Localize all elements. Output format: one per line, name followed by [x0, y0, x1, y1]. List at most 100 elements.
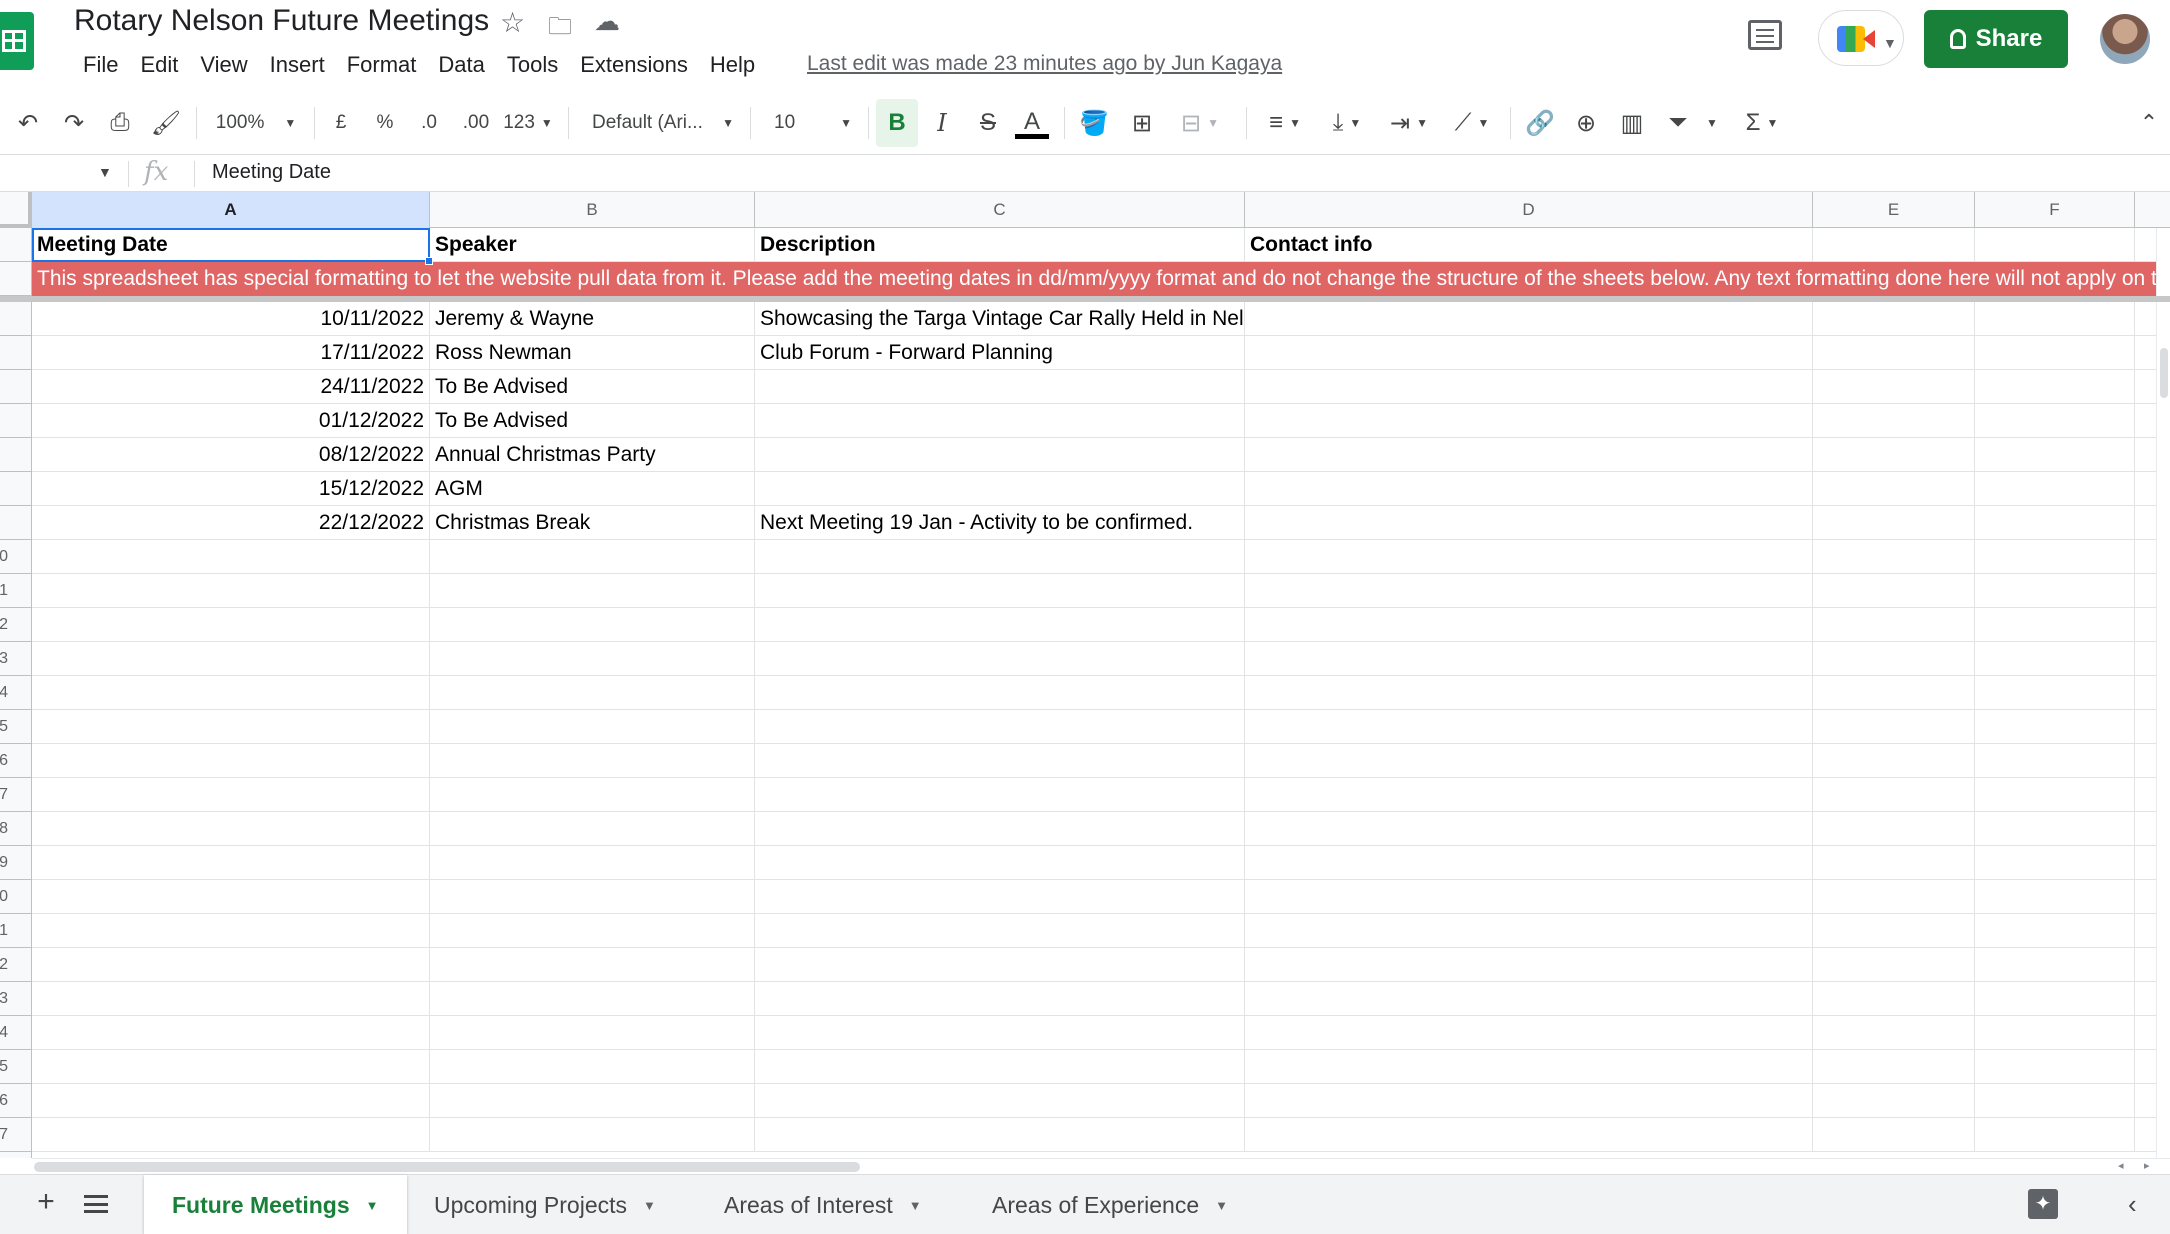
cell-b[interactable] — [430, 1084, 755, 1117]
cell-f[interactable] — [1975, 982, 2135, 1015]
cell-a[interactable]: 15/12/2022 — [32, 472, 430, 505]
cell-e[interactable] — [1813, 846, 1975, 879]
cell-e[interactable] — [1813, 744, 1975, 777]
cell-f[interactable] — [1975, 880, 2135, 913]
cell-d[interactable]: Contact info — [1245, 228, 1813, 261]
cell-c[interactable]: Showcasing the Targa Vintage Car Rally H… — [755, 302, 1245, 335]
row-header[interactable]: 6 — [0, 1084, 32, 1118]
fill-color-icon[interactable]: 🪣 — [1074, 99, 1114, 147]
menu-help[interactable]: Help — [699, 50, 766, 80]
italic-button[interactable]: I — [922, 99, 962, 147]
row-header[interactable]: 0 — [0, 880, 32, 914]
column-header-c[interactable]: C — [755, 192, 1245, 228]
name-box-dropdown-icon[interactable]: ▼ — [98, 164, 112, 180]
cell-e[interactable] — [1813, 472, 1975, 505]
all-sheets-menu-icon[interactable] — [84, 1195, 108, 1213]
font-size-select[interactable]: 10 ▼ — [762, 99, 858, 147]
cell-d[interactable] — [1245, 472, 1813, 505]
cell-b[interactable] — [430, 914, 755, 947]
cell-c[interactable]: Description — [755, 228, 1245, 261]
chevron-down-icon[interactable]: ▼ — [909, 1198, 922, 1213]
row-header[interactable] — [0, 262, 32, 296]
formula-input[interactable]: Meeting Date — [212, 161, 331, 184]
row-header[interactable]: 5 — [0, 1050, 32, 1084]
paint-format-icon[interactable]: 🖌 — [148, 99, 184, 147]
cell-e[interactable] — [1813, 710, 1975, 743]
functions-icon[interactable]: Σ ▼ — [1734, 99, 1790, 147]
cell-c[interactable] — [755, 370, 1245, 403]
cell-c[interactable] — [755, 914, 1245, 947]
cell-b[interactable] — [430, 948, 755, 981]
cell-a[interactable] — [32, 608, 430, 641]
currency-format-button[interactable]: £ — [326, 99, 356, 147]
text-wrapping-icon[interactable]: ⇥ ▼ — [1382, 99, 1436, 147]
scroll-right-icon[interactable]: ▸ — [2144, 1159, 2150, 1172]
cell-a[interactable] — [32, 778, 430, 811]
cell-c[interactable] — [755, 676, 1245, 709]
cell-a[interactable] — [32, 812, 430, 845]
cell-e[interactable] — [1813, 982, 1975, 1015]
cell-c[interactable] — [755, 880, 1245, 913]
cell-d[interactable] — [1245, 880, 1813, 913]
cell-c[interactable] — [755, 1118, 1245, 1151]
move-to-folder-icon[interactable]: 🗀 — [548, 9, 572, 50]
column-header-a[interactable]: A — [32, 192, 430, 228]
cell-f[interactable] — [1975, 846, 2135, 879]
cell-f[interactable] — [1975, 744, 2135, 777]
cell-a[interactable] — [32, 982, 430, 1015]
column-header-d[interactable]: D — [1245, 192, 1813, 228]
cell-a[interactable] — [32, 676, 430, 709]
row-header[interactable]: 5 — [0, 710, 32, 744]
instructions-banner[interactable]: This spreadsheet has special formatting … — [32, 262, 2170, 296]
cell-b[interactable] — [430, 812, 755, 845]
cell-b[interactable] — [430, 540, 755, 573]
menu-insert[interactable]: Insert — [259, 50, 336, 80]
cell-e[interactable] — [1813, 1118, 1975, 1151]
cell-f[interactable] — [1975, 642, 2135, 675]
row-header[interactable] — [0, 506, 32, 540]
row-header[interactable] — [0, 302, 32, 336]
row-header[interactable] — [0, 336, 32, 370]
filter-icon[interactable]: ⏷ — [1658, 99, 1698, 147]
sheet-tab-upcoming-projects[interactable]: Upcoming Projects ▼ — [406, 1175, 684, 1234]
row-header[interactable]: 2 — [0, 948, 32, 982]
cell-b[interactable]: To Be Advised — [430, 370, 755, 403]
cell-a[interactable] — [32, 574, 430, 607]
vertical-align-icon[interactable]: ⤓ ▼ — [1320, 99, 1374, 147]
cell-b[interactable]: Annual Christmas Party — [430, 438, 755, 471]
cell-a[interactable] — [32, 914, 430, 947]
cell-e[interactable] — [1813, 404, 1975, 437]
cell-d[interactable] — [1245, 1118, 1813, 1151]
row-header[interactable]: 7 — [0, 778, 32, 812]
cell-f[interactable] — [1975, 710, 2135, 743]
cell-f[interactable] — [1975, 438, 2135, 471]
cell-e[interactable] — [1813, 608, 1975, 641]
row-header[interactable]: 1 — [0, 914, 32, 948]
cell-a[interactable]: 24/11/2022 — [32, 370, 430, 403]
cell-b[interactable] — [430, 574, 755, 607]
scroll-left-icon[interactable]: ◂ — [2118, 1159, 2124, 1172]
explore-icon[interactable]: ✦ — [2028, 1189, 2058, 1219]
merge-cells-icon[interactable]: ⊟ ▼ — [1170, 99, 1230, 147]
cell-c[interactable] — [755, 404, 1245, 437]
cell-c[interactable]: Next Meeting 19 Jan - Activity to be con… — [755, 506, 1245, 539]
cell-d[interactable] — [1245, 744, 1813, 777]
cell-f[interactable] — [1975, 302, 2135, 335]
cell-c[interactable] — [755, 438, 1245, 471]
text-rotation-icon[interactable]: ⟋ ▼ — [1444, 99, 1500, 147]
cell-f[interactable] — [1975, 812, 2135, 845]
cell-d[interactable] — [1245, 438, 1813, 471]
cell-c[interactable] — [755, 574, 1245, 607]
google-meet-button[interactable]: ▼ — [1818, 10, 1904, 66]
cell-a[interactable] — [32, 880, 430, 913]
strikethrough-button[interactable]: S — [968, 99, 1008, 147]
cell-d[interactable] — [1245, 710, 1813, 743]
avatar[interactable] — [2100, 14, 2150, 64]
cell-d[interactable] — [1245, 370, 1813, 403]
cell-a[interactable] — [32, 642, 430, 675]
menu-format[interactable]: Format — [336, 50, 428, 80]
cell-b[interactable] — [430, 1050, 755, 1083]
cell-c[interactable] — [755, 710, 1245, 743]
cell-b[interactable]: Speaker — [430, 228, 755, 261]
cell-d[interactable] — [1245, 642, 1813, 675]
